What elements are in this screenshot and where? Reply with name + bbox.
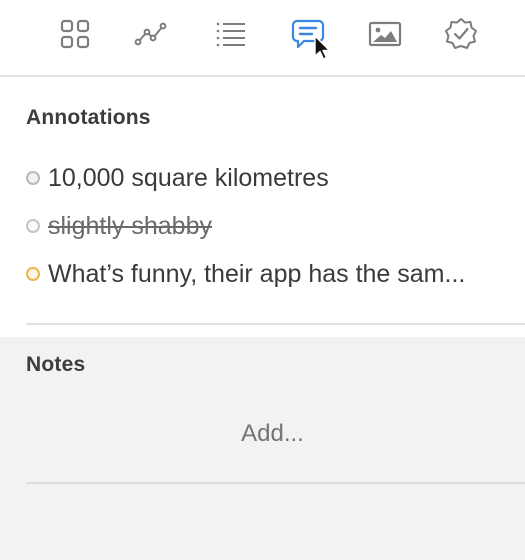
- section-divider: [26, 323, 525, 325]
- toolbar-button-images[interactable]: [365, 14, 405, 54]
- annotation-text: 10,000 square kilometres: [48, 163, 329, 192]
- toolbar-button-outline[interactable]: [211, 14, 251, 54]
- add-note-button[interactable]: Add...: [0, 420, 525, 448]
- status-circle-icon: [26, 267, 40, 281]
- annotation-item[interactable]: What’s funny, their app has the sam...: [26, 258, 465, 290]
- status-circle-icon: [26, 219, 40, 233]
- annotations-section: Annotations 10,000 square kilometres sli…: [0, 77, 525, 337]
- list-icon: [216, 22, 245, 47]
- annotation-text: What’s funny, their app has the sam...: [48, 259, 466, 288]
- annotation-text: slightly shabby: [48, 211, 212, 240]
- toolbar: [0, 0, 525, 77]
- annotations-title: Annotations: [26, 106, 151, 129]
- notes-section: Notes Add...: [0, 337, 525, 560]
- mouse-cursor-icon: [314, 35, 331, 60]
- notes-title: Notes: [26, 353, 86, 376]
- check-badge-icon: [445, 18, 477, 49]
- status-circle-icon: [26, 171, 40, 185]
- annotation-item[interactable]: slightly shabby: [26, 210, 212, 242]
- toolbar-button-statistics[interactable]: [131, 14, 171, 54]
- image-icon: [368, 21, 402, 47]
- annotation-item[interactable]: 10,000 square kilometres: [26, 162, 329, 194]
- grid-icon: [60, 19, 90, 49]
- notes-divider: [26, 482, 525, 484]
- toolbar-button-goals[interactable]: [441, 14, 481, 54]
- toolbar-button-overview[interactable]: [55, 14, 95, 54]
- chart-line-icon: [134, 22, 167, 46]
